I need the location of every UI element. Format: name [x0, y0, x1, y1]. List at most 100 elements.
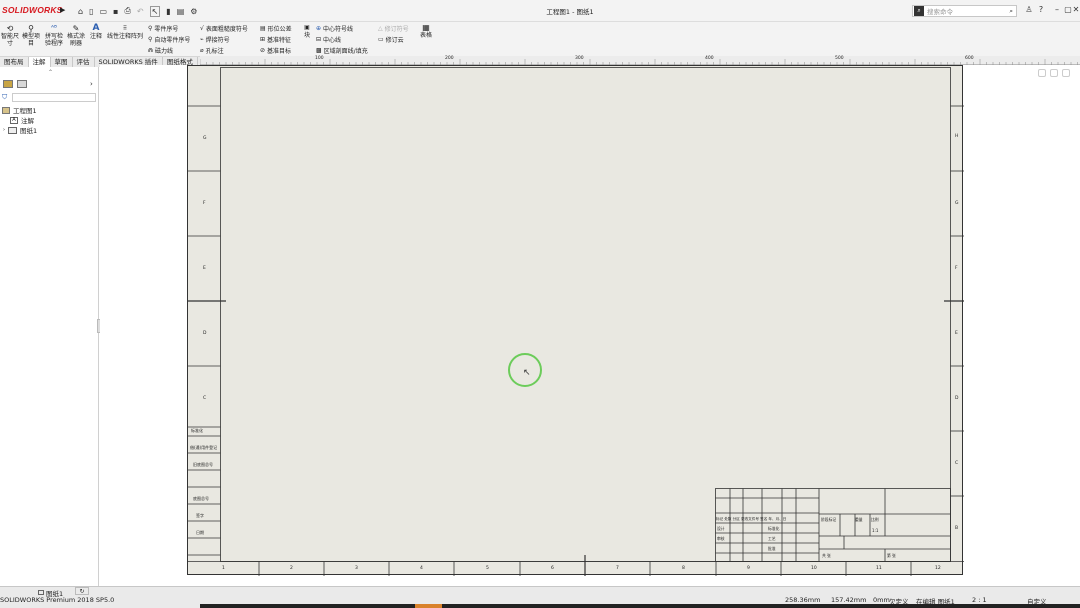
open-icon[interactable]: ▭	[99, 7, 107, 16]
tables-button[interactable]: ▦ 表格	[418, 24, 434, 39]
zone-label: 7	[616, 566, 619, 571]
expand-arrow-icon[interactable]: ›	[3, 127, 5, 133]
zone-label: G	[955, 201, 959, 206]
filter-icon[interactable]: ⛉	[2, 93, 7, 102]
area-hatch-button[interactable]: ▩ 区域剖面线/填充	[316, 46, 368, 55]
tree-item-drawing[interactable]: 工程图1	[2, 105, 37, 115]
viewport-close-icon[interactable]	[1062, 69, 1070, 77]
spell-checker-button[interactable]: ᴬᴮ 拼写检验程序	[43, 24, 65, 48]
search-input[interactable]: ⌕ 搜索命令 ⌕	[912, 5, 1017, 17]
property-manager-tab-icon[interactable]	[17, 80, 27, 88]
zone-label: F	[203, 201, 206, 206]
search-icon[interactable]: ⌕	[1009, 7, 1013, 16]
block-icon: ▣	[304, 24, 310, 31]
help-icon[interactable]: ?	[1036, 5, 1046, 17]
balloon-button[interactable]: ⚲ 零件序号	[148, 24, 178, 33]
surface-finish-icon: √	[200, 25, 204, 32]
taskbar-active-indicator	[415, 604, 442, 608]
zone-label: C	[955, 461, 959, 466]
quick-access-toolbar: ⌂ ▯ ▭ ▪ ⎙ ↶ ↖ ▮ ▤ ⚙	[78, 5, 197, 17]
close-icon[interactable]: ✕	[1071, 5, 1080, 17]
minimize-icon[interactable]: –	[1052, 5, 1062, 17]
balloon-icon: ⚲	[148, 25, 153, 32]
solidworks-logo[interactable]: SOLIDWORKS	[2, 5, 63, 17]
command-manager-ribbon: ⟲ 智能尺寸 ⚲ 模型项目 ᴬᴮ 拼写检验程序 ✎ 格式涂刷器 A 注释 ⠿ 线…	[0, 22, 1080, 56]
add-sheet-icon[interactable]: ↻	[75, 587, 89, 595]
save-icon[interactable]: ▪	[113, 7, 118, 16]
ruler-label: 200	[445, 56, 454, 61]
tree-item-annotations[interactable]: A 注解	[10, 115, 34, 125]
ruler-scale	[200, 59, 1078, 65]
new-document-icon[interactable]: ▯	[89, 7, 93, 16]
zone-label: D	[955, 396, 959, 401]
menu-expand-icon[interactable]: ▶	[60, 6, 65, 14]
linear-note-pattern-button[interactable]: ⠿ 线性注释阵列	[106, 25, 144, 40]
filter-input[interactable]	[12, 93, 96, 102]
smart-dimension-button[interactable]: ⟲ 智能尺寸	[0, 25, 20, 48]
model-items-button[interactable]: ⚲ 模型项目	[21, 25, 41, 48]
title-block-sheets-total: 共 张	[822, 553, 831, 558]
table-icon: ▦	[422, 23, 430, 32]
zone-label: F	[955, 266, 958, 271]
panel-expand-icon[interactable]: ›	[90, 80, 93, 88]
select-icon[interactable]: ↖	[149, 5, 161, 17]
file-properties-icon[interactable]: ▤	[177, 7, 185, 16]
zone-label: E	[955, 331, 958, 336]
block-button[interactable]: ▣ 块	[302, 24, 312, 39]
weld-symbol-button[interactable]: ⌁ 焊接符号	[200, 35, 230, 44]
centerline-button[interactable]: ⊟ 中心线	[316, 35, 341, 44]
zone-label: 11	[876, 566, 882, 571]
surface-finish-button[interactable]: √ 表面粗糙度符号	[200, 24, 248, 33]
feature-manager-panel: › ⌃ ⛉ 工程图1 A 注解 › 图纸1	[0, 67, 102, 586]
panel-collapse-icon[interactable]: ⌃	[48, 69, 53, 76]
smart-dimension-icon: ⟲	[6, 24, 14, 33]
zone-label: 2	[290, 566, 293, 571]
datum-feature-button[interactable]: ⊞ 基准特征	[260, 35, 291, 44]
viewport-minimize-icon[interactable]	[1038, 69, 1046, 77]
home-icon[interactable]: ⌂	[78, 7, 83, 16]
datum-feature-icon: ⊞	[260, 36, 266, 43]
left-table-label: 标准化	[191, 428, 203, 433]
datum-target-button[interactable]: ⊘ 基准目标	[260, 46, 291, 55]
note-button[interactable]: A 注释	[88, 24, 104, 40]
print-icon[interactable]: ⎙	[124, 6, 130, 16]
zone-label: 9	[747, 566, 750, 571]
title-block-checker: 审核	[717, 536, 725, 541]
linear-pattern-icon: ⠿	[122, 25, 128, 32]
magnetic-line-button[interactable]: ⋒ 磁力线	[148, 46, 173, 55]
revision-cloud-button[interactable]: ▭ 修订云	[378, 35, 404, 44]
sheet-icon	[8, 126, 17, 134]
title-block-sheet-no: 第 张	[887, 553, 896, 558]
rebuild-icon[interactable]: ▮	[166, 7, 170, 16]
viewport-restore-icon[interactable]	[1050, 69, 1058, 77]
feature-manager-tab-icon[interactable]	[3, 80, 13, 88]
zone-label: C	[203, 396, 207, 401]
zone-label: 8	[682, 566, 685, 571]
title-bar: SOLIDWORKS ▶ ⌂ ▯ ▭ ▪ ⎙ ↶ ↖ ▮ ▤ ⚙ 工程图1 - …	[0, 0, 1080, 22]
tree-item-sheet[interactable]: › 图纸1	[3, 125, 37, 135]
zone-label: 6	[551, 566, 554, 571]
user-icon[interactable]: ♙	[1024, 5, 1034, 17]
drawing-sheet[interactable]: 1 2 3 4 5 6 7 8 9 10 11 12 H G F E D C B…	[187, 65, 964, 576]
cursor-z: 0mm	[873, 596, 890, 604]
window-title: 工程图1 - 图纸1	[546, 8, 594, 16]
revision-symbol-button[interactable]: △ 修订符号	[378, 24, 409, 33]
zone-label: 12	[935, 566, 941, 571]
taskbar-strip	[200, 604, 1080, 608]
geometric-tolerance-button[interactable]: ▤ 形位公差	[260, 24, 292, 33]
hole-callout-button[interactable]: ⌀ 孔标注	[200, 46, 224, 55]
undo-icon[interactable]: ↶	[137, 7, 144, 16]
spell-checker-icon: ᴬᴮ	[50, 24, 58, 32]
title-block-process: 工艺	[768, 536, 776, 541]
sheet-scale[interactable]: 2 : 1	[972, 596, 987, 604]
magnet-icon: ⋒	[148, 47, 154, 54]
center-mark-button[interactable]: ⊕ 中心符号线	[316, 24, 353, 33]
format-painter-button[interactable]: ✎ 格式涂刷器	[66, 25, 86, 48]
viewport-controls	[1038, 69, 1070, 77]
ruler-label: 600	[965, 56, 974, 61]
auto-balloon-button[interactable]: ⚲ 自动零件序号	[148, 35, 190, 44]
options-icon[interactable]: ⚙	[190, 7, 197, 16]
center-mark-icon: ⊕	[316, 25, 322, 32]
title-block-weight: 重量	[855, 517, 863, 522]
search-commands-icon: ⌕	[914, 6, 924, 16]
